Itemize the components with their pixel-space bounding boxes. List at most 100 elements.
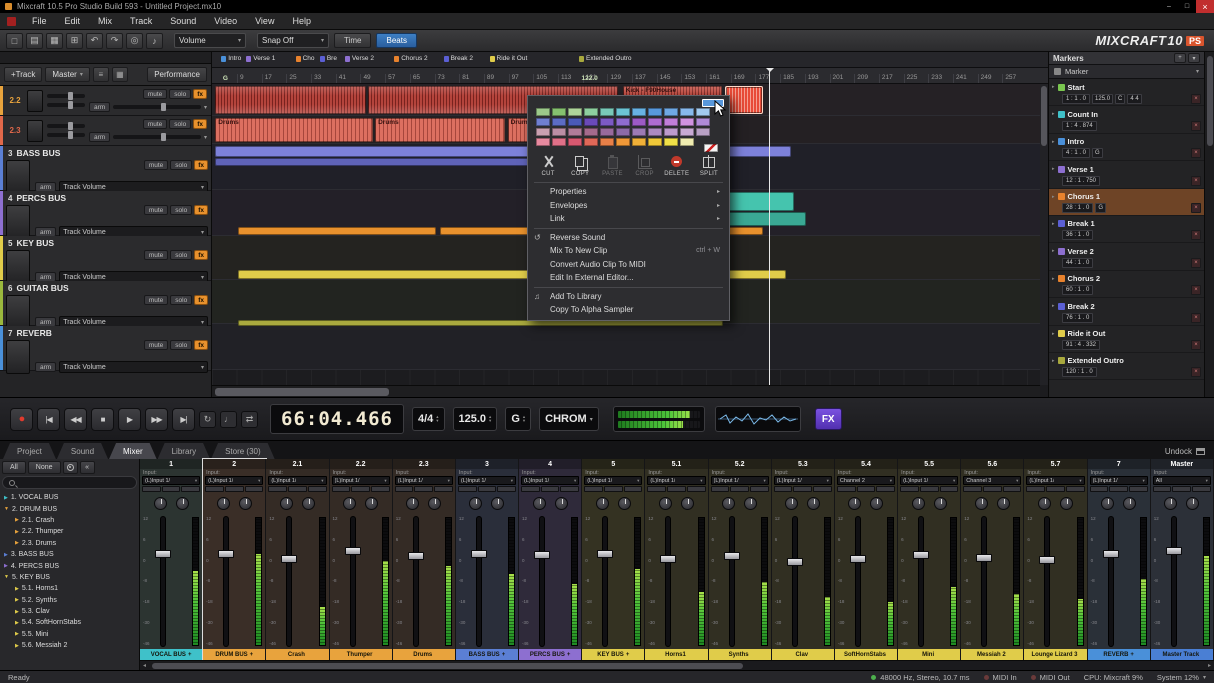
pan-knob[interactable] bbox=[406, 497, 419, 510]
tree-item[interactable]: ▶ 1. VOCAL BUS bbox=[0, 492, 139, 503]
fader-track[interactable] bbox=[224, 517, 228, 646]
redo-icon[interactable]: ↷ bbox=[106, 33, 123, 49]
audio-clip[interactable] bbox=[238, 270, 532, 279]
fader-handle[interactable] bbox=[281, 555, 297, 563]
color-swatch[interactable] bbox=[616, 128, 630, 136]
mixer-strip[interactable]: 2.2 Input: (L)Input 1/ ▾ bbox=[330, 459, 393, 660]
audio-clip[interactable] bbox=[725, 192, 794, 211]
strip-name[interactable]: BASS BUS + bbox=[456, 649, 518, 660]
color-swatch[interactable] bbox=[536, 138, 550, 146]
marker-tempo-field[interactable]: 125.0 bbox=[1092, 94, 1113, 104]
expand-arrow-icon[interactable]: ▸ bbox=[1052, 139, 1055, 145]
fader-handle[interactable] bbox=[471, 550, 487, 558]
timeline-marker[interactable]: Break 2 bbox=[444, 55, 473, 62]
time-display[interactable]: 66:04.466 bbox=[270, 404, 404, 434]
mixer-strip[interactable]: 3 Input: (L)Input 1/ ▾ bbox=[456, 459, 519, 660]
tree-arrow-icon[interactable]: ▶ bbox=[15, 643, 19, 649]
expand-arrow-icon[interactable]: ▸ bbox=[1052, 111, 1055, 117]
menu-item[interactable]: File bbox=[23, 16, 56, 26]
fader-handle[interactable] bbox=[218, 550, 234, 558]
track-name[interactable]: KEY BUS bbox=[16, 238, 54, 248]
arm-button[interactable]: arm bbox=[35, 362, 56, 372]
add-marker-button[interactable]: + bbox=[1174, 53, 1186, 63]
mute-button[interactable]: mute bbox=[143, 119, 167, 129]
menu-item[interactable]: Help bbox=[283, 16, 320, 26]
send-knob[interactable] bbox=[997, 497, 1010, 510]
fader-track[interactable] bbox=[477, 517, 481, 646]
tree-item[interactable]: ▶ 2.2. Thumper bbox=[0, 526, 139, 537]
send-slot-button[interactable] bbox=[813, 486, 832, 492]
marker-position-field[interactable]: 1 : 1 . 0 bbox=[1062, 94, 1090, 104]
color-swatch[interactable] bbox=[536, 108, 550, 116]
mixer-strip[interactable]: 7 Input: (L)Input 1/ ▾ bbox=[1088, 459, 1151, 660]
input-select[interactable]: Channel 3 ▾ bbox=[963, 476, 1021, 485]
solo-button[interactable]: solo bbox=[170, 340, 192, 350]
marker-position-field[interactable]: 44 : 1 . 0 bbox=[1062, 258, 1093, 268]
pan-knob[interactable] bbox=[722, 497, 735, 510]
audio-status[interactable]: 48000 Hz, Stereo, 10.7 ms bbox=[871, 673, 969, 682]
pan-knob[interactable] bbox=[533, 497, 546, 510]
mixer-strip[interactable]: 2.1 Input: (L)Input 1/ ▾ bbox=[266, 459, 329, 660]
fader-track[interactable] bbox=[982, 517, 986, 646]
input-select[interactable]: (L)Input 1/ ▾ bbox=[332, 476, 390, 485]
delete-marker-button[interactable]: × bbox=[1191, 367, 1201, 377]
color-swatch[interactable] bbox=[568, 118, 582, 126]
pan-knob[interactable] bbox=[659, 497, 672, 510]
context-menu-item[interactable]: Link ▸ bbox=[528, 212, 729, 226]
fader-handle[interactable] bbox=[1039, 556, 1055, 564]
fader-handle[interactable] bbox=[787, 558, 803, 566]
metronome-button[interactable]: ♩ bbox=[220, 411, 237, 428]
color-swatch[interactable] bbox=[664, 108, 678, 116]
automation-type-select[interactable]: Volume ▾ bbox=[174, 33, 246, 48]
marker-row[interactable]: ▸ Verse 2 44 : 1 . 0 × bbox=[1049, 243, 1204, 270]
marker-key-field[interactable]: G bbox=[1092, 148, 1103, 158]
track-row[interactable]: 2.3 mute solo fx arm bbox=[0, 116, 211, 146]
timeline-marker[interactable]: Ride it Out bbox=[490, 55, 528, 62]
fx-button[interactable]: fx bbox=[194, 295, 208, 305]
marker-name[interactable]: Chorus 1 bbox=[1068, 192, 1101, 201]
mute-button[interactable]: mute bbox=[144, 160, 168, 170]
eq-slot-button[interactable] bbox=[604, 486, 623, 492]
clip-action-button[interactable]: PASTE bbox=[596, 155, 628, 177]
track-lane[interactable] bbox=[212, 324, 1040, 370]
color-swatch[interactable] bbox=[616, 108, 630, 116]
maximize-button[interactable]: □ bbox=[1178, 0, 1196, 13]
strip-header[interactable]: 5.4 bbox=[835, 459, 897, 469]
mixer-strip[interactable]: 5.3 Input: (L)Input 1/ ▾ bbox=[772, 459, 835, 660]
collapse-bus-button[interactable]: + bbox=[250, 652, 254, 658]
send-slider[interactable] bbox=[113, 135, 201, 139]
marker-position-field[interactable]: 60 : 1 . 0 bbox=[1062, 285, 1093, 295]
send-slot-button[interactable] bbox=[434, 486, 453, 492]
input-select[interactable]: All ▾ bbox=[1153, 476, 1211, 485]
fx-slot-button[interactable] bbox=[1090, 486, 1109, 492]
to-start-button[interactable]: |◀ bbox=[37, 408, 60, 431]
fx-button[interactable]: fx bbox=[193, 119, 207, 129]
eq-slot-button[interactable] bbox=[793, 486, 812, 492]
send-knob[interactable] bbox=[1060, 497, 1073, 510]
menu-item[interactable]: Edit bbox=[56, 16, 90, 26]
volume-slider[interactable] bbox=[47, 94, 85, 98]
marker-row[interactable]: ▸ Ride it Out 91 : 4 . 332 × bbox=[1049, 326, 1204, 353]
pan-knob[interactable] bbox=[596, 497, 609, 510]
strip-header[interactable]: 2.2 bbox=[330, 459, 392, 469]
chevron-down-icon[interactable]: ▾ bbox=[204, 134, 207, 141]
fader-handle[interactable] bbox=[913, 551, 929, 559]
pan-knob[interactable] bbox=[343, 497, 356, 510]
color-swatch[interactable] bbox=[664, 118, 678, 126]
send-knob[interactable] bbox=[1123, 497, 1136, 510]
timeline-marker[interactable]: Verse 1 bbox=[246, 55, 275, 62]
time-signature-control[interactable]: 4/4 ▴▾ bbox=[412, 407, 445, 431]
record-button[interactable]: ● bbox=[10, 408, 33, 431]
fader-handle[interactable] bbox=[660, 555, 676, 563]
marker-name[interactable]: Count In bbox=[1068, 110, 1098, 119]
marker-row[interactable]: ▸ Start 1 : 1 . 0 125.0 C 4 4 × bbox=[1049, 79, 1204, 106]
timeline-marker[interactable]: Chorus 2 bbox=[394, 55, 427, 62]
master-button[interactable]: Master ▾ bbox=[45, 67, 89, 82]
mixer-strip[interactable]: 5.5 Input: (L)Input 1/ ▾ bbox=[898, 459, 961, 660]
delete-marker-button[interactable]: × bbox=[1191, 203, 1201, 213]
panel-tab[interactable]: Mixer bbox=[109, 443, 157, 459]
mixer-scrollbar[interactable]: ◂ ▸ bbox=[140, 660, 1214, 670]
color-swatch[interactable] bbox=[584, 118, 598, 126]
marker-row[interactable]: ▸ Break 1 36 : 1 . 0 × bbox=[1049, 216, 1204, 243]
pan-knob[interactable] bbox=[469, 497, 482, 510]
